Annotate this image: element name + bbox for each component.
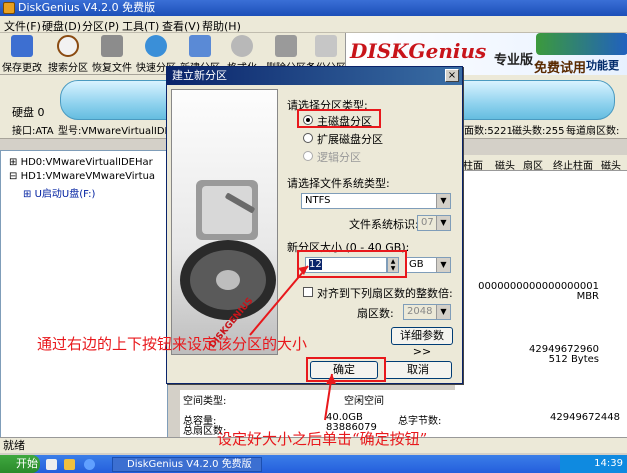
annotation-ok-hint: 设定好大小之后单击“确定按钮” (217, 430, 428, 448)
annotation-size-hint: 通过右边的上下按钮来设定该分区的大小 (37, 335, 308, 353)
annotation-arrows (249, 265, 336, 421)
arrow-head-size (298, 266, 308, 275)
arrow-to-size (249, 265, 309, 336)
